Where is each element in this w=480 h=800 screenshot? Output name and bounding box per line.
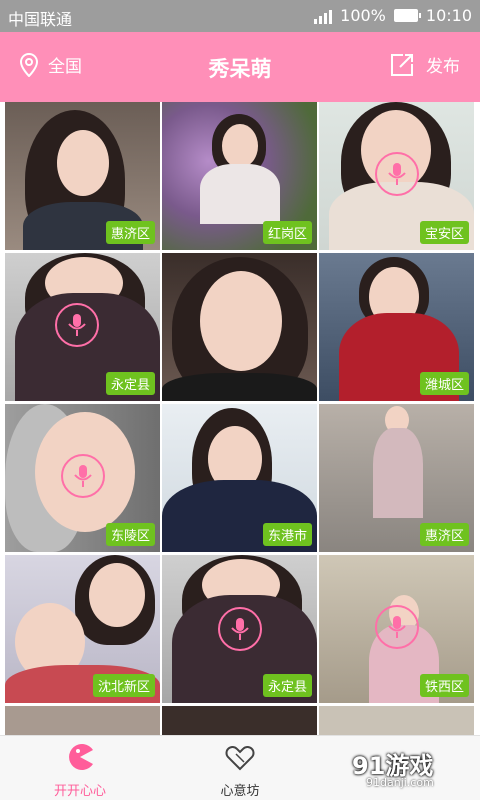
photo-tile[interactable]: 永定县 xyxy=(162,555,317,703)
photo-tile[interactable]: 惠济区 xyxy=(5,102,160,250)
site-watermark: 91游戏 91danji.com xyxy=(352,744,472,794)
signal-icon xyxy=(314,8,333,24)
photo-tile[interactable]: 惠济区 xyxy=(319,404,474,552)
photo-tile[interactable]: 潍城区 xyxy=(319,253,474,401)
photo-tile[interactable]: 永定县 xyxy=(5,253,160,401)
photo-tile[interactable]: 铁西区 xyxy=(319,555,474,703)
battery-percent: 100% xyxy=(340,6,386,25)
battery-icon xyxy=(393,9,421,22)
app-header: 全国 秀呆萌 发布 xyxy=(0,32,480,102)
voice-mic-icon xyxy=(61,454,105,498)
voice-mic-icon xyxy=(218,607,262,651)
photo-tile[interactable] xyxy=(162,253,317,401)
district-tag: 永定县 xyxy=(262,674,312,697)
hearts-icon xyxy=(225,746,255,771)
photo-tile[interactable]: 宝安区 xyxy=(319,102,474,250)
district-tag: 惠济区 xyxy=(419,523,469,546)
publish-button[interactable]: 发布 xyxy=(390,52,460,77)
carrier-name: 中国联通 xyxy=(8,10,73,29)
photo-grid: 惠济区 红岗区 宝安区 永定县 潍城区 东陵区 东港市 惠济区 沈北新区 永定县… xyxy=(0,102,480,735)
photo-tile[interactable]: 沈北新区 xyxy=(5,555,160,703)
status-right: 100% 10:10 xyxy=(314,6,472,25)
district-tag: 沈北新区 xyxy=(92,674,155,697)
voice-mic-icon xyxy=(55,303,99,347)
watermark-url: 91danji.com xyxy=(366,776,434,789)
publish-label: 发布 xyxy=(426,57,460,77)
tab-home-label: 开开心心 xyxy=(53,784,106,799)
photo-tile[interactable] xyxy=(319,706,474,735)
status-bar: 中国联通 100% 10:10 xyxy=(0,0,480,32)
photo-tile[interactable]: 东陵区 xyxy=(5,404,160,552)
photo-tile[interactable]: 东港市 xyxy=(162,404,317,552)
pacman-icon xyxy=(69,744,93,770)
photo-tile[interactable] xyxy=(5,706,160,735)
district-tag: 潍城区 xyxy=(419,372,469,395)
clock: 10:10 xyxy=(425,6,472,25)
tab-square-label: 心意坊 xyxy=(220,784,260,799)
voice-mic-icon xyxy=(375,152,419,196)
district-tag: 红岗区 xyxy=(262,221,312,244)
district-tag: 永定县 xyxy=(105,372,155,395)
tab-home[interactable]: 开开心心 xyxy=(20,742,140,799)
photo-tile[interactable]: 红岗区 xyxy=(162,102,317,250)
district-tag: 东陵区 xyxy=(105,523,155,546)
tab-square[interactable]: 心意坊 xyxy=(180,742,300,799)
district-tag: 惠济区 xyxy=(105,221,155,244)
district-tag: 铁西区 xyxy=(419,674,469,697)
district-tag: 宝安区 xyxy=(419,221,469,244)
share-edit-icon xyxy=(391,53,413,76)
photo-tile[interactable] xyxy=(162,706,317,735)
voice-mic-icon xyxy=(375,605,419,649)
district-tag: 东港市 xyxy=(262,523,312,546)
